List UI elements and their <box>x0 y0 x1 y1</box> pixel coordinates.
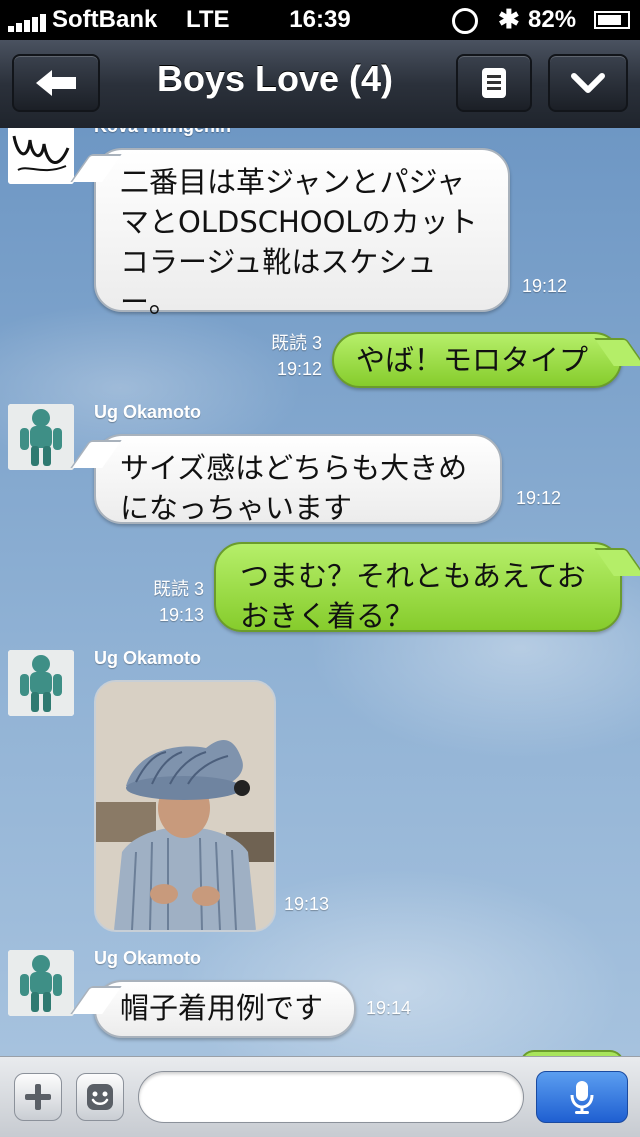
message-time: 19:12 <box>522 276 568 296</box>
menu-button[interactable] <box>456 54 532 112</box>
status-bar: SoftBank LTE 16:39 ✱ 82% <box>0 0 640 40</box>
signature-avatar-image <box>8 128 74 184</box>
message-input[interactable] <box>138 1071 524 1123</box>
message-time: 19:12 <box>276 359 322 379</box>
message-line: 帽子着用例です <box>120 991 324 1025</box>
sender-name: Kova Hningenin <box>94 128 231 137</box>
message-line: サイズ感はどちらも大きめ <box>120 451 468 485</box>
message-line: マとOLDSCHOOLのカット <box>120 205 478 239</box>
avatar[interactable] <box>8 128 74 184</box>
sender-name: Ug Okamoto <box>94 402 202 422</box>
add-button[interactable] <box>14 1073 62 1121</box>
input-bar <box>0 1056 640 1137</box>
read-count: 既読 3 <box>270 333 322 353</box>
avatar[interactable] <box>8 404 74 470</box>
dropdown-button[interactable] <box>548 54 628 112</box>
smiley-icon <box>87 1084 113 1110</box>
monster-figure-avatar-image <box>8 950 74 1016</box>
emoji-button[interactable] <box>76 1073 124 1121</box>
message-time: 19:14 <box>366 998 412 1018</box>
plus-icon <box>25 1084 51 1110</box>
read-count: 既読 3 <box>152 579 204 599</box>
message-bubble[interactable]: やば！モロタイプ <box>332 332 622 388</box>
sender-name: Ug Okamoto <box>94 648 202 668</box>
monster-figure-avatar-image <box>8 404 74 470</box>
avatar[interactable] <box>8 650 74 716</box>
message-line: やば！モロタイプ <box>356 343 589 377</box>
bluetooth-icon: ✱ <box>498 4 520 34</box>
person-in-hat-photo <box>96 682 274 930</box>
avatar[interactable] <box>8 950 74 1016</box>
message-line: ー。 <box>120 285 178 319</box>
voice-button[interactable] <box>536 1071 628 1123</box>
message-time: 19:13 <box>284 894 330 914</box>
microphone-icon <box>570 1081 594 1114</box>
back-button[interactable] <box>12 54 100 112</box>
message-bubble[interactable]: 二番目は革ジャンとパジャ マとOLDSCHOOLのカット コラージュ靴はスケシュ… <box>94 148 510 319</box>
message-time: 19:12 <box>516 488 562 508</box>
message-line: になっちゃいます <box>120 491 353 525</box>
rotation-lock-icon <box>452 8 478 34</box>
message-line: 二番目は革ジャンとパジャ <box>120 165 466 199</box>
battery-icon <box>594 11 630 29</box>
message-bubble[interactable]: つまむ？それともあえてお おきく着る？ <box>214 542 622 633</box>
chat-area[interactable]: Kova Hningenin 二番目は革ジャンとパジャ マとOLDSCHOOLの… <box>0 128 640 1056</box>
message-bubble[interactable]: 帽子着用例です <box>94 980 356 1038</box>
read-receipt: 既読 3 19:13 <box>128 576 204 628</box>
message-time: 19:13 <box>158 605 204 625</box>
message-line: つまむ？それともあえてお <box>240 559 586 593</box>
message-bubble[interactable]: サイズ感はどちらも大きめ になっちゃいます <box>94 434 502 525</box>
chat-title: Boys Love (4) <box>156 58 394 99</box>
sender-name: Ug Okamoto <box>94 948 202 968</box>
chevron-down-icon <box>571 73 605 93</box>
arrow-left-icon <box>36 70 76 96</box>
photo-message[interactable] <box>94 680 276 932</box>
message-line: おきく着る？ <box>240 599 415 633</box>
monster-figure-avatar-image <box>8 650 74 716</box>
list-icon <box>482 68 506 98</box>
message-line: コラージュ靴はスケシュ <box>120 245 437 279</box>
read-receipt: 既読 3 19:12 <box>246 330 322 382</box>
nav-bar: Boys Love (4) <box>0 40 640 129</box>
battery-percentage: 82% <box>528 6 577 33</box>
